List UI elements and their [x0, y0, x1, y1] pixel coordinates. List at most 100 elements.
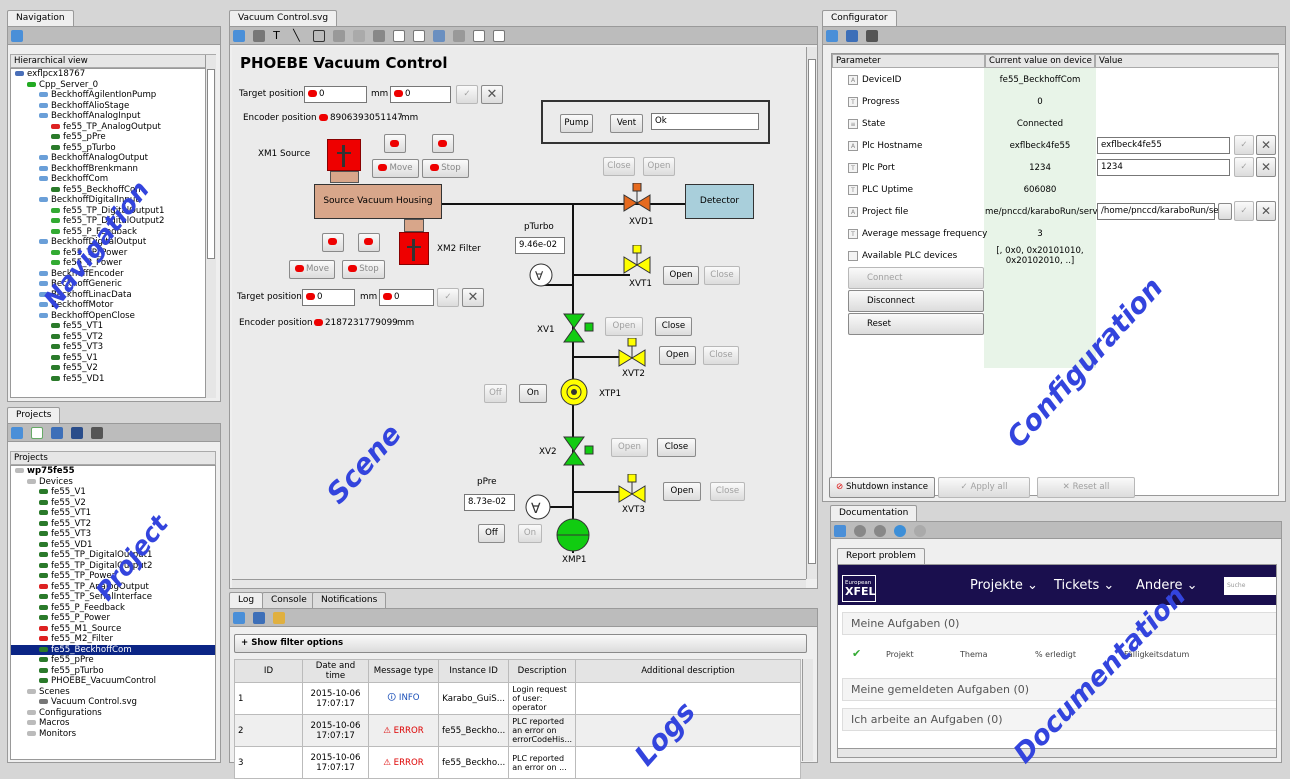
navigation-tree-item[interactable]: BeckhoffCom — [11, 174, 215, 185]
navigate-icon[interactable] — [834, 525, 846, 537]
col-date[interactable]: Date and time — [302, 659, 369, 683]
config-row[interactable]: T PLC Uptime 606080 — [832, 179, 1280, 201]
xtp1-off-button[interactable]: Off — [484, 384, 507, 403]
cut-icon[interactable] — [373, 30, 386, 42]
tab-documentation[interactable]: Documentation — [830, 505, 918, 521]
navigation-tree-item[interactable]: BeckhoffMotor — [11, 300, 215, 311]
navigate-icon[interactable] — [11, 30, 23, 42]
projects-tree-item[interactable]: Macros — [11, 718, 215, 729]
projects-tree-item[interactable]: fe55_M2_Filter — [11, 634, 215, 645]
navigation-tree-item[interactable]: exflpcx18767 — [11, 69, 215, 80]
col-type[interactable]: Message type — [368, 659, 439, 683]
scrollbar-thumb[interactable] — [207, 69, 215, 259]
projects-tree-item[interactable]: Scenes — [11, 687, 215, 698]
navigation-tree-item[interactable]: BeckhoffAnalogOutput — [11, 153, 215, 164]
tab-projects[interactable]: Projects — [7, 407, 61, 423]
projects-tree-item[interactable]: fe55_pTurbo — [11, 666, 215, 677]
reset-value-button[interactable]: ✕ — [1256, 201, 1276, 221]
rect-tool-icon[interactable] — [313, 30, 326, 42]
xvt2-close-button[interactable]: Close — [703, 346, 739, 365]
reset-command-button[interactable]: Reset — [848, 313, 984, 335]
navigation-tree-item[interactable]: BeckhoffEncoder — [11, 269, 215, 280]
documentation-hscrollbar[interactable] — [838, 748, 1276, 757]
navigation-tree-item[interactable]: BeckhoffAlioStage — [11, 101, 215, 112]
shutdown-instance-button[interactable]: ⊘ Shutdown instance — [829, 477, 935, 498]
scene-canvas[interactable]: PHOEBE Vacuum Control Target position 0 … — [232, 47, 806, 579]
xtp1-turbo-pump-icon[interactable] — [559, 377, 589, 407]
copy-icon[interactable] — [393, 30, 406, 42]
navigation-tree-item[interactable]: fe55_TP_Power — [11, 248, 215, 259]
projects-tree-item[interactable]: Devices — [11, 477, 215, 488]
table-row[interactable]: 1 2015-10-06 17:07:17 🛈 INFO Karabo_GuiS...… — [234, 682, 801, 715]
table-row[interactable]: 3 2015-10-06 17:07:17 ⚠ ERROR fe55_Beckho..… — [234, 746, 801, 779]
reload-icon[interactable] — [894, 525, 907, 537]
config-col-current[interactable]: Current value on device — [985, 54, 1095, 68]
navigation-tree-item[interactable]: fe55_pTurbo — [11, 143, 215, 154]
save-icon[interactable] — [51, 427, 64, 439]
xm2-on-button[interactable] — [322, 233, 344, 252]
xvd1-valve-icon[interactable] — [622, 183, 654, 217]
browse-file-button[interactable] — [1218, 203, 1232, 220]
logs-scrollbar[interactable] — [802, 659, 813, 761]
delete-icon[interactable] — [453, 30, 466, 42]
value-input[interactable]: /home/pnccd/karaboRun/se — [1097, 203, 1219, 220]
projects-tree-item[interactable]: Monitors — [11, 729, 215, 740]
xm1-target-input[interactable]: 0 — [304, 86, 367, 103]
apply-value-button[interactable]: ✓ — [1234, 135, 1254, 155]
xm2-move-button[interactable]: Move — [289, 260, 335, 279]
reset-value-button[interactable]: ✕ — [1256, 157, 1276, 177]
xmp1-pump-icon[interactable] — [555, 517, 591, 553]
menu-tickets[interactable]: Tickets ⌄ — [1054, 578, 1114, 593]
disconnect-command-button[interactable]: Disconnect — [848, 290, 984, 312]
config-col-param[interactable]: Parameter — [832, 54, 985, 68]
navigation-tree-item[interactable]: fe55_P_Power — [11, 258, 215, 269]
pump-close-button[interactable]: Close — [603, 157, 635, 176]
col-extra[interactable]: Additional description — [575, 659, 801, 683]
pump-button[interactable]: Pump — [560, 114, 593, 133]
pump-open-button[interactable]: Open — [643, 157, 675, 176]
xv1-valve-icon[interactable] — [562, 312, 594, 346]
navigation-tree-item[interactable]: fe55_V1 — [11, 353, 215, 364]
navigate-icon[interactable] — [233, 30, 245, 42]
tab-log[interactable]: Log — [229, 592, 264, 608]
save-icon[interactable] — [846, 30, 859, 42]
col-desc[interactable]: Description — [508, 659, 577, 683]
vent-button[interactable]: Vent — [610, 114, 643, 133]
xvt2-open-button[interactable]: Open — [659, 346, 696, 365]
tab-console[interactable]: Console — [262, 592, 316, 608]
config-row[interactable]: T Progress 0 — [832, 91, 1280, 113]
xmp1-off-button[interactable]: Off — [478, 524, 505, 543]
config-row[interactable]: ≡ State Connected — [832, 113, 1280, 135]
line-tool-icon[interactable]: ╲ — [293, 30, 305, 42]
xv1-close-button[interactable]: Close — [655, 317, 692, 336]
projects-tree-item[interactable]: fe55_V1 — [11, 487, 215, 498]
navigation-tree-item[interactable]: fe55_VT2 — [11, 332, 215, 343]
config-row[interactable]: T Average message frequency 3 — [832, 223, 1280, 245]
layout-icon[interactable] — [353, 30, 366, 42]
menu-projekte[interactable]: Projekte ⌄ — [970, 578, 1038, 593]
xm1-cancel-button[interactable]: ✕ — [481, 85, 503, 104]
scrollbar-thumb[interactable] — [808, 59, 816, 564]
save-as-icon[interactable] — [71, 427, 84, 439]
tab-report-problem[interactable]: Report problem — [837, 548, 925, 564]
xv2-valve-icon[interactable] — [562, 435, 594, 469]
xv1-open-button[interactable]: Open — [605, 317, 643, 336]
xm2-cancel-button[interactable]: ✕ — [462, 288, 484, 307]
config-table[interactable]: Parameter Current value on device Value … — [831, 53, 1279, 496]
projects-tree-item[interactable]: fe55_V2 — [11, 498, 215, 509]
stop-icon[interactable] — [914, 525, 927, 537]
projects-tree-item[interactable]: Vacuum Control.svg — [11, 697, 215, 708]
xvt3-open-button[interactable]: Open — [663, 482, 701, 501]
scene-hscrollbar[interactable] — [232, 579, 806, 588]
xm2-apply-button[interactable]: ✓ — [437, 288, 459, 307]
new-project-icon[interactable] — [31, 427, 44, 439]
config-row[interactable]: A Plc Hostname exflbeck4fe55 exflbeck4fe55 ✓… — [832, 135, 1280, 157]
edit-icon[interactable] — [91, 427, 104, 439]
tab-notifications[interactable]: Notifications — [312, 592, 387, 608]
navigation-tree-item[interactable]: fe55_VD1 — [11, 374, 215, 385]
xm2-target-input[interactable]: 0 — [302, 289, 355, 306]
xm1-move-button[interactable]: Move — [372, 159, 419, 178]
xvt2-valve-icon[interactable] — [617, 338, 649, 372]
xm2-target-input-2[interactable]: 0 — [379, 289, 434, 306]
tab-scene[interactable]: Vacuum Control.svg — [229, 10, 338, 26]
